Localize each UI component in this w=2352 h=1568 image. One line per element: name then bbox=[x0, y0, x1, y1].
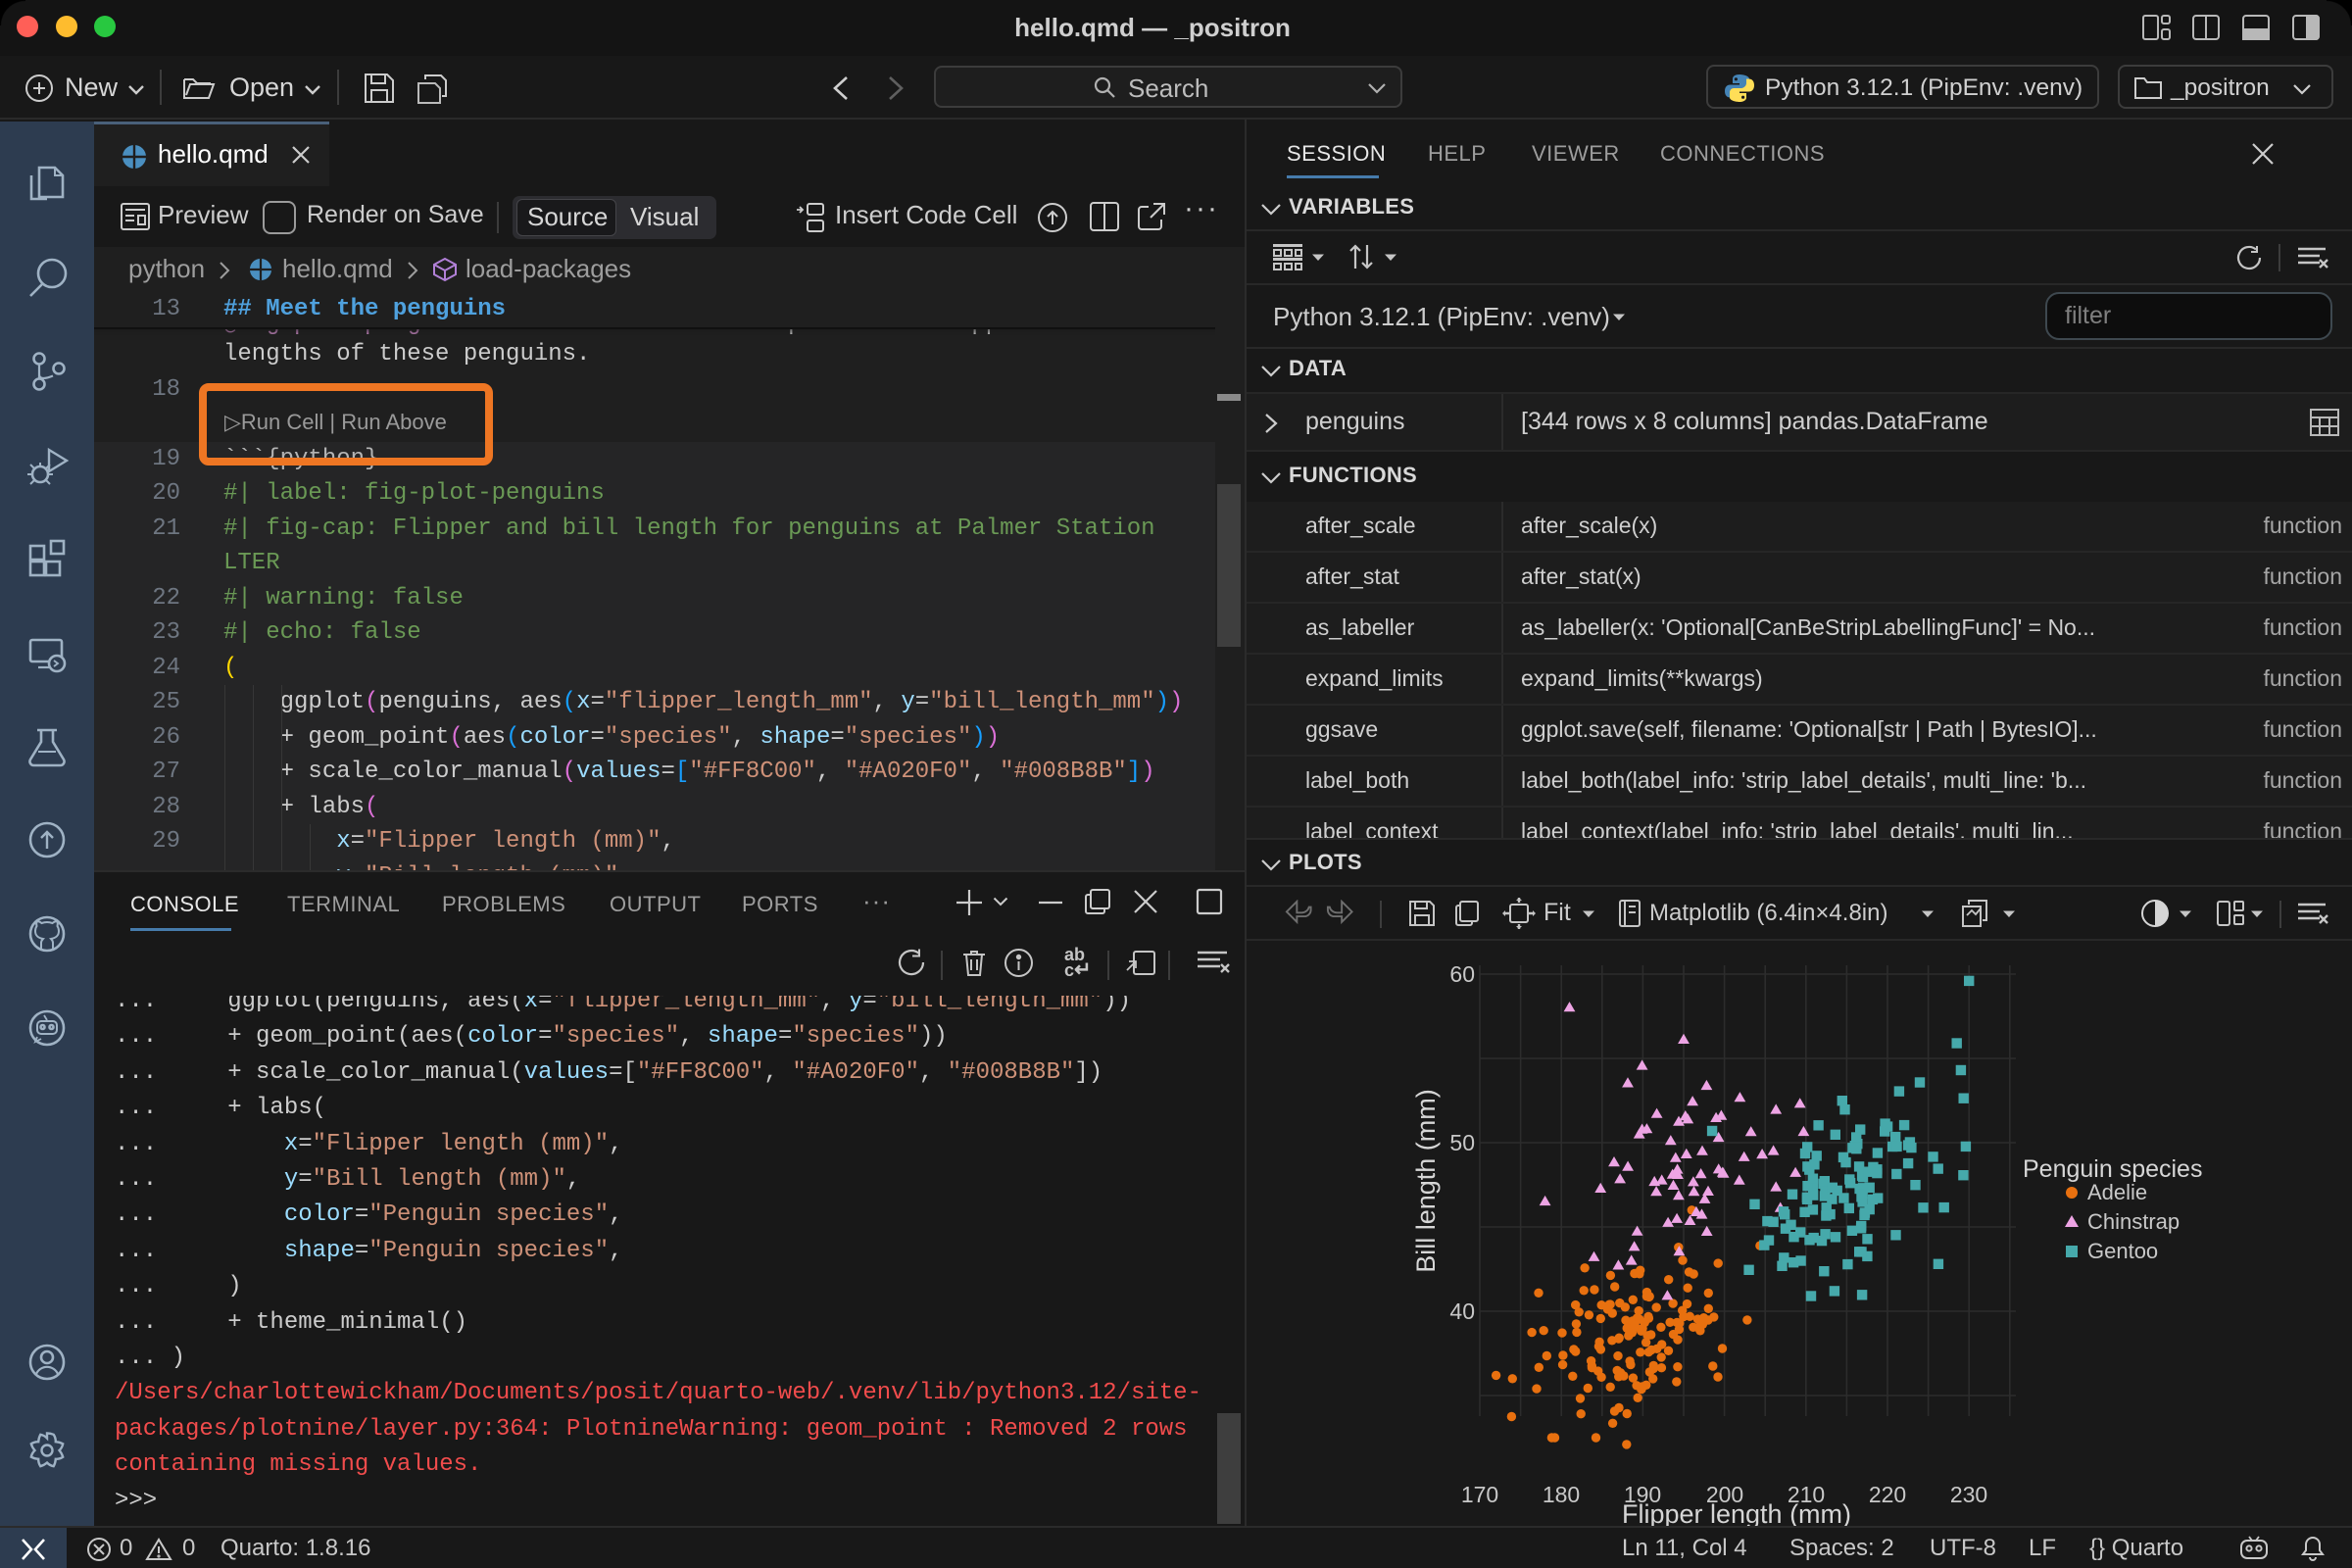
svg-text:180: 180 bbox=[1543, 1482, 1580, 1507]
svg-text:170: 170 bbox=[1461, 1482, 1498, 1507]
svg-text:220: 220 bbox=[1869, 1482, 1906, 1507]
svg-text:50: 50 bbox=[1449, 1130, 1475, 1155]
svg-text:Chinstrap: Chinstrap bbox=[2087, 1209, 2180, 1234]
svg-text:Penguin species: Penguin species bbox=[2023, 1155, 2202, 1183]
svg-text:Gentoo: Gentoo bbox=[2087, 1239, 2158, 1263]
svg-text:60: 60 bbox=[1449, 961, 1475, 987]
svg-text:230: 230 bbox=[1950, 1482, 1987, 1507]
svg-text:40: 40 bbox=[1449, 1298, 1475, 1324]
svg-text:Flipper length (mm): Flipper length (mm) bbox=[1622, 1499, 1851, 1526]
svg-text:Adelie: Adelie bbox=[2087, 1180, 2147, 1204]
svg-text:Bill length (mm): Bill length (mm) bbox=[1411, 1089, 1441, 1273]
